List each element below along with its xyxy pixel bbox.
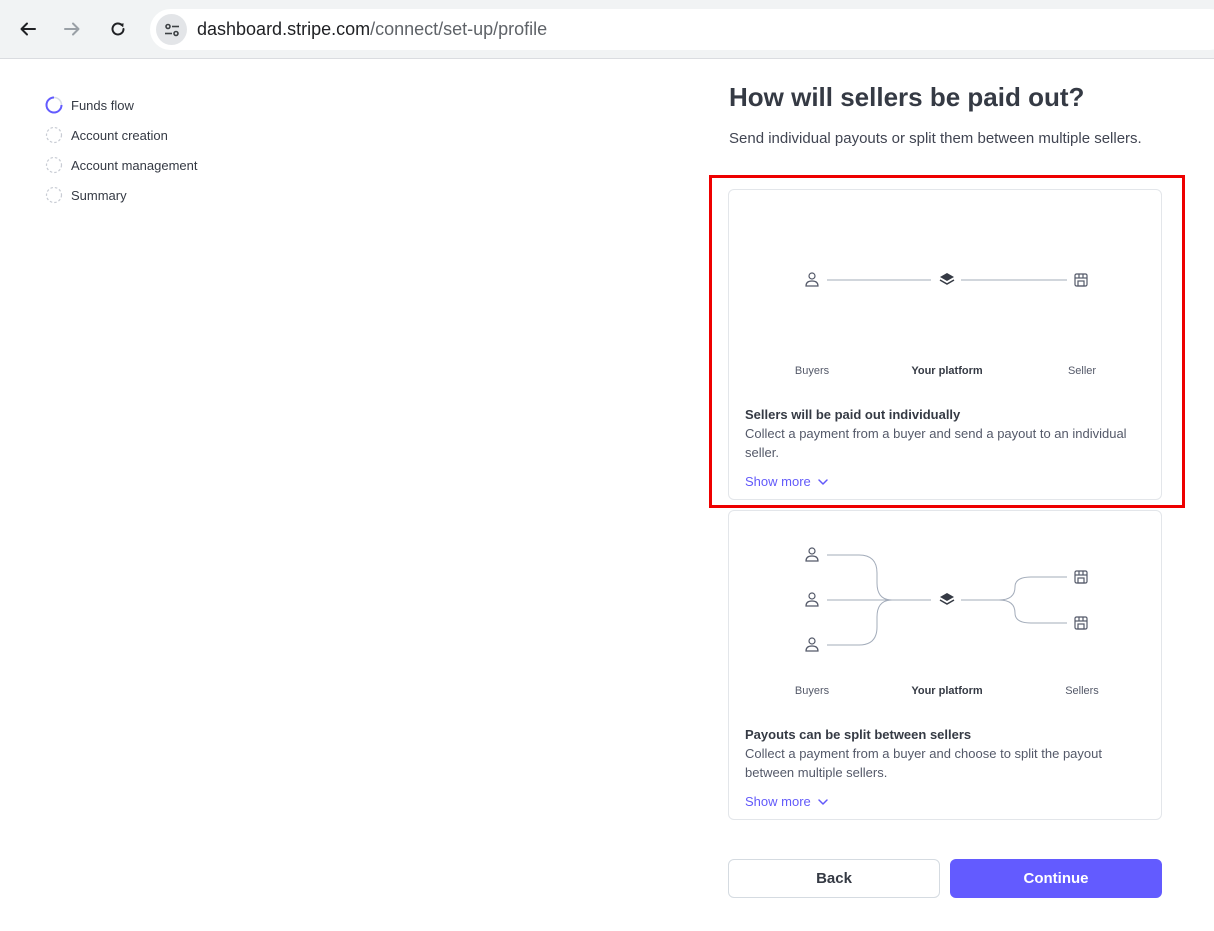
pending-step-icon — [45, 126, 63, 144]
diagram-label-platform: Your platform — [911, 685, 983, 697]
in-progress-icon — [45, 96, 63, 114]
url-domain: dashboard.stripe.com — [197, 19, 371, 39]
diagram-label-platform: Your platform — [911, 365, 983, 377]
reload-icon[interactable] — [103, 14, 133, 44]
chevron-down-icon — [818, 478, 828, 485]
continue-button[interactable]: Continue — [950, 859, 1162, 898]
step-label: Account creation — [71, 127, 168, 143]
diagram-label-buyers: Buyers — [794, 685, 830, 697]
option-card-split-payouts[interactable]: Buyers Your platform Sellers Payouts can… — [728, 510, 1162, 820]
storefront-icon — [1074, 570, 1088, 584]
setup-stepper: Funds flow Account creation Account mana… — [45, 90, 197, 210]
storefront-icon — [1074, 616, 1088, 630]
show-more-label: Show more — [745, 794, 811, 809]
diagram-label-seller: Seller — [1067, 365, 1097, 377]
chevron-down-icon — [818, 798, 828, 805]
funds-flow-diagram-individual — [805, 272, 1088, 287]
diagram-label-buyers: Buyers — [794, 365, 830, 377]
option-description: Collect a payment from a buyer and send … — [745, 426, 1127, 460]
diagram-label-sellers: Sellers — [1065, 685, 1099, 697]
forward-arrow-icon[interactable] — [57, 14, 87, 44]
funds-flow-diagram-split — [805, 547, 1088, 652]
show-more-label: Show more — [745, 474, 811, 489]
step-label: Funds flow — [71, 97, 134, 113]
back-arrow-icon[interactable] — [13, 14, 43, 44]
step-label: Account management — [71, 157, 198, 173]
site-settings-icon[interactable] — [156, 14, 187, 45]
person-icon — [805, 272, 819, 287]
show-more-link[interactable]: Show more — [745, 474, 829, 489]
layers-icon — [939, 593, 955, 605]
page-title: How will sellers be paid out? — [729, 82, 1085, 112]
step-account-creation[interactable]: Account creation — [45, 120, 197, 150]
step-funds-flow[interactable]: Funds flow — [45, 90, 197, 120]
step-summary[interactable]: Summary — [45, 180, 197, 210]
back-button[interactable]: Back — [728, 859, 940, 898]
option-card-individual-payouts[interactable]: Buyers Your platform Seller Sellers will… — [728, 189, 1162, 500]
option-description: Collect a payment from a buyer and choos… — [745, 746, 1102, 780]
pending-step-icon — [45, 156, 63, 174]
show-more-link[interactable]: Show more — [745, 794, 829, 809]
person-icon — [805, 547, 819, 562]
address-bar[interactable]: dashboard.stripe.com/connect/set-up/prof… — [150, 9, 1214, 50]
page-subtitle: Send individual payouts or split them be… — [729, 130, 1142, 147]
step-account-management[interactable]: Account management — [45, 150, 197, 180]
browser-toolbar: dashboard.stripe.com/connect/set-up/prof… — [0, 0, 1214, 59]
pending-step-icon — [45, 186, 63, 204]
person-icon — [805, 637, 819, 652]
layers-icon — [939, 273, 955, 285]
url-text: dashboard.stripe.com/connect/set-up/prof… — [197, 19, 547, 40]
option-title: Sellers will be paid out individually — [745, 407, 961, 422]
step-label: Summary — [71, 187, 127, 203]
storefront-icon — [1074, 273, 1088, 287]
person-icon — [805, 592, 819, 607]
url-path: /connect/set-up/profile — [370, 19, 548, 39]
option-title: Payouts can be split between sellers — [745, 727, 972, 742]
